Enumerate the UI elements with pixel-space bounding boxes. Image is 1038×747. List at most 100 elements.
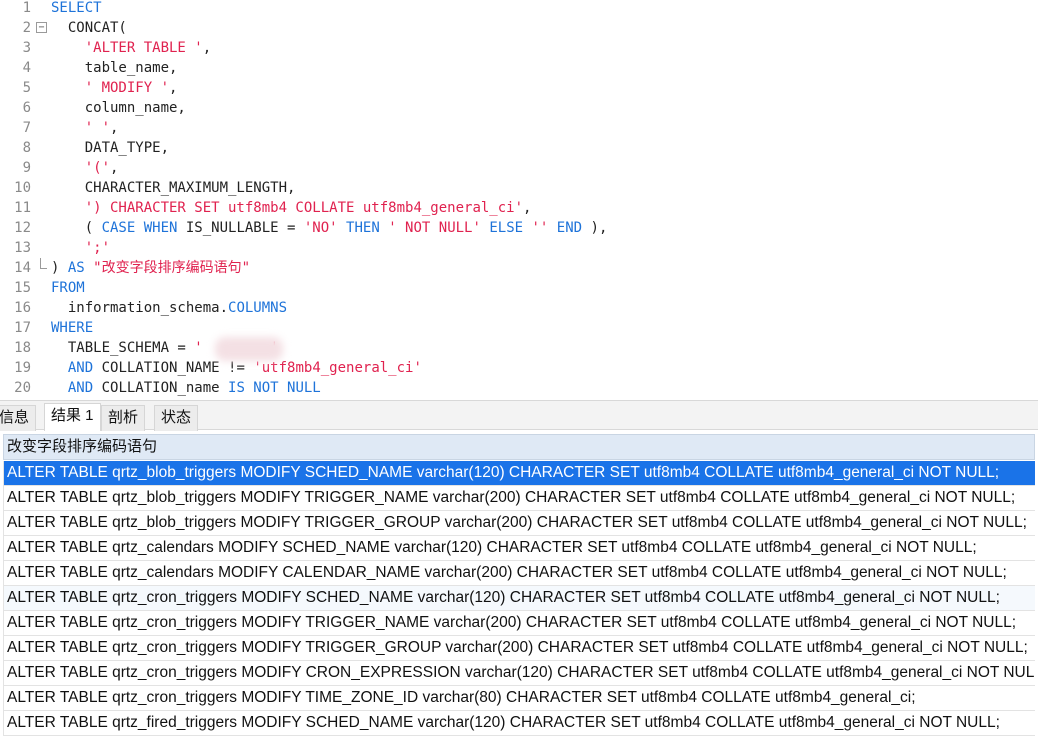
code-text: ( CASE WHEN IS_NULLABLE = 'NO' THEN ' NO… <box>51 218 608 238</box>
sql-text: ( <box>51 220 102 236</box>
sql-text: , <box>110 120 119 136</box>
sql-keyword: SELECT <box>51 0 102 16</box>
sql-text: , <box>202 40 212 56</box>
line-number: 2 <box>22 20 31 36</box>
code-line[interactable]: 12 ( CASE WHEN IS_NULLABLE = 'NO' THEN '… <box>0 218 1038 238</box>
table-row[interactable]: ALTER TABLE qrtz_calendars MODIFY SCHED_… <box>3 536 1035 561</box>
tab-profile[interactable]: 剖析 <box>101 405 146 431</box>
line-number: 19 <box>14 360 31 376</box>
code-text: '(', <box>51 158 119 178</box>
code-text: AND COLLATION_name IS NOT NULL <box>51 378 321 398</box>
code-text: AND COLLATION_NAME != 'utf8mb4_general_c… <box>51 358 422 378</box>
table-row[interactable]: ALTER TABLE qrtz_cron_triggers MODIFY CR… <box>3 661 1035 686</box>
code-line[interactable]: 19 AND COLLATION_NAME != 'utf8mb4_genera… <box>0 358 1038 378</box>
tab-status[interactable]: 状态 <box>154 405 199 431</box>
sql-text: column_name, <box>51 100 186 116</box>
code-text: SELECT <box>51 0 102 18</box>
line-number: 5 <box>22 80 31 96</box>
sql-text: ) <box>51 260 68 276</box>
code-text: ';' <box>51 238 110 258</box>
sql-string: ' NOT NULL' <box>388 220 481 236</box>
sql-text: , <box>523 200 532 216</box>
table-row[interactable]: ALTER TABLE qrtz_cron_triggers MODIFY SC… <box>3 586 1035 611</box>
code-line[interactable]: 13 ';' <box>0 238 1038 258</box>
code-text: CHARACTER_MAXIMUM_LENGTH, <box>51 178 296 198</box>
line-number: 18 <box>14 340 31 356</box>
sql-keyword: ELSE <box>489 220 524 236</box>
code-line[interactable]: 9 '(', <box>0 158 1038 178</box>
sql-string: ') CHARACTER SET utf8mb4 COLLATE utf8mb4… <box>84 200 524 216</box>
code-line[interactable]: 4 table_name, <box>0 58 1038 78</box>
code-line[interactable]: 16 information_schema.COLUMNS <box>0 298 1038 318</box>
sql-text: IS_NULLABLE = <box>177 220 304 236</box>
line-number: 6 <box>22 100 31 116</box>
table-row[interactable]: ALTER TABLE qrtz_blob_triggers MODIFY SC… <box>3 461 1035 486</box>
code-line[interactable]: 17 WHERE <box>0 318 1038 338</box>
result-tab-bar: 信息 结果 1 剖析 状态 <box>0 400 1038 431</box>
table-row[interactable]: ALTER TABLE qrtz_blob_triggers MODIFY TR… <box>3 486 1035 511</box>
line-number: 4 <box>22 60 31 76</box>
line-number: 8 <box>22 140 31 156</box>
sql-editor[interactable]: 1 SELECT 2− CONCAT(3 'ALTER TABLE ', 4 tabl… <box>0 0 1038 400</box>
column-header[interactable]: 改变字段排序编码语句 <box>3 434 1035 460</box>
code-line[interactable]: 20 AND COLLATION_name IS NOT NULL <box>0 378 1038 398</box>
line-number: 13 <box>14 240 31 256</box>
tab-result-1[interactable]: 结果 1 <box>44 403 101 431</box>
sql-text: COLLATION_name <box>93 380 229 396</box>
table-row[interactable]: ALTER TABLE qrtz_cron_triggers MODIFY TR… <box>3 636 1035 661</box>
line-number: 7 <box>22 120 31 136</box>
table-row[interactable]: ALTER TABLE qrtz_blob_triggers MODIFY TR… <box>3 511 1035 536</box>
code-line[interactable]: 5 ' MODIFY ', <box>0 78 1038 98</box>
sql-text: , <box>169 80 178 96</box>
fold-end-icon <box>40 258 47 269</box>
sql-text: information_schema. <box>51 300 229 316</box>
code-line[interactable]: 14) AS "改变字段排序编码语句" <box>0 258 1038 278</box>
sql-keyword: WHERE <box>51 320 94 336</box>
table-row[interactable]: ALTER TABLE qrtz_calendars MODIFY CALEND… <box>3 561 1035 586</box>
result-grid[interactable]: 改变字段排序编码语句 ALTER TABLE qrtz_blob_trigger… <box>0 434 1038 747</box>
code-line[interactable]: 18 TABLE_SCHEMA = ' ' <box>0 338 1038 358</box>
line-number: 1 <box>22 0 31 16</box>
sql-string: '' <box>531 220 549 236</box>
line-number: 3 <box>22 40 31 56</box>
code-text: 'ALTER TABLE ', <box>51 38 211 58</box>
line-number: 20 <box>14 380 31 396</box>
code-line[interactable]: 10 CHARACTER_MAXIMUM_LENGTH, <box>0 178 1038 198</box>
sql-string: 'ALTER TABLE ' <box>84 40 203 56</box>
code-text: CONCAT( <box>51 18 127 38</box>
code-line[interactable]: 2− CONCAT( <box>0 18 1038 38</box>
sql-keyword: THEN <box>346 220 380 236</box>
code-line[interactable]: 6 column_name, <box>0 98 1038 118</box>
line-number: 15 <box>14 280 31 296</box>
table-row[interactable]: ALTER TABLE qrtz_cron_triggers MODIFY TR… <box>3 611 1035 636</box>
sql-text: DATA_TYPE, <box>51 140 170 156</box>
code-line[interactable]: 1 SELECT <box>0 0 1038 18</box>
table-row[interactable]: ALTER TABLE qrtz_fired_triggers MODIFY S… <box>3 711 1035 736</box>
redacted-schema-name <box>215 337 283 361</box>
code-text: DATA_TYPE, <box>51 138 169 158</box>
code-line[interactable]: 3 'ALTER TABLE ', <box>0 38 1038 58</box>
sql-keyword: AS <box>67 260 85 276</box>
code-line[interactable]: 8 DATA_TYPE, <box>0 138 1038 158</box>
sql-text: COLLATION_NAME != <box>93 360 254 376</box>
table-row[interactable]: ALTER TABLE qrtz_cron_triggers MODIFY TI… <box>3 686 1035 711</box>
fold-collapse-icon[interactable]: − <box>36 22 47 33</box>
sql-text: ), <box>582 220 608 236</box>
code-line[interactable]: 15 FROM <box>0 278 1038 298</box>
sql-string: ';' <box>84 240 111 256</box>
code-line[interactable]: 11 ') CHARACTER SET utf8mb4 COLLATE utf8… <box>0 198 1038 218</box>
sql-keyword: END <box>556 220 583 236</box>
line-number: 14 <box>14 260 31 276</box>
sql-string: 'utf8mb4_general_ci' <box>253 360 422 376</box>
code-line[interactable]: 7 ' ', <box>0 118 1038 138</box>
tab-info[interactable]: 信息 <box>0 405 37 431</box>
